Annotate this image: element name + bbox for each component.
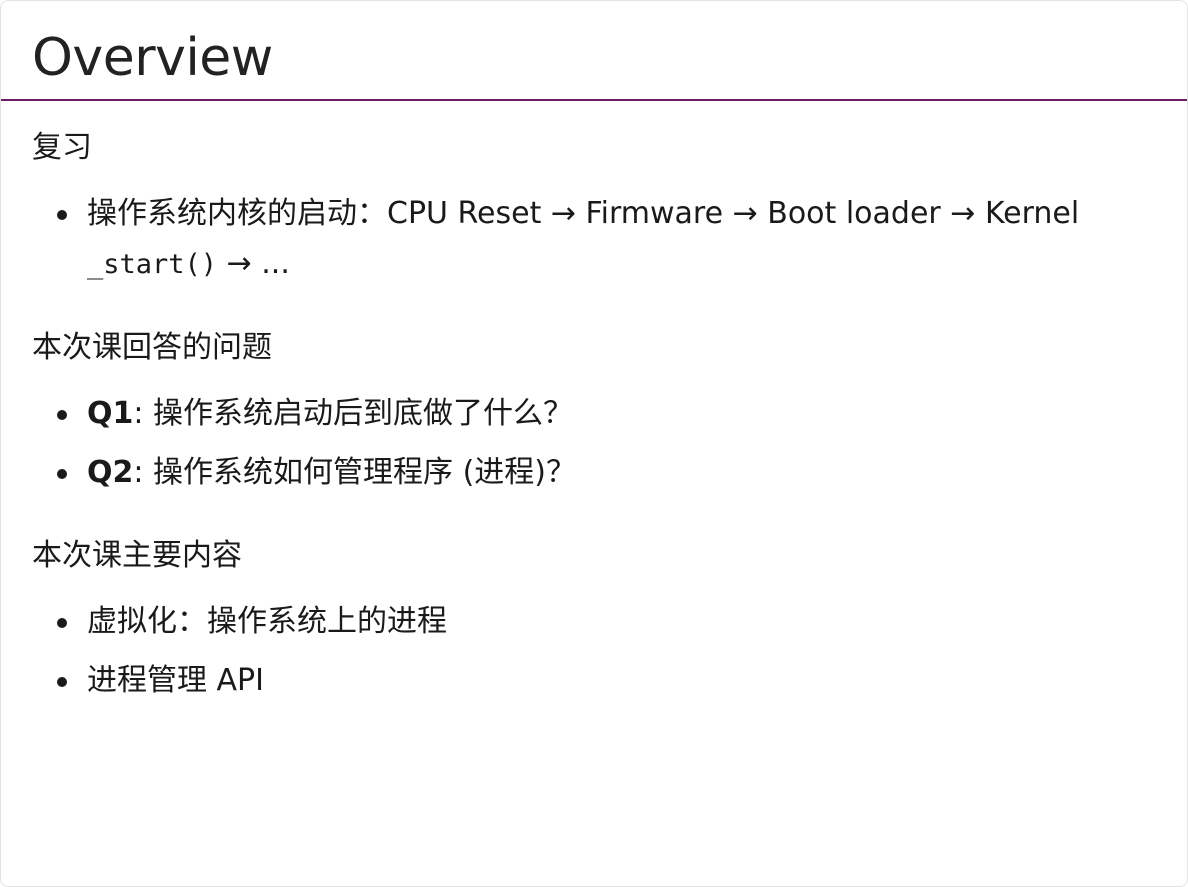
slide: Overview 复习 操作系统内核的启动：CPU Reset → Firmwa… [0, 0, 1188, 887]
section-heading-questions: 本次课回答的问题 [32, 330, 272, 365]
start-function-code: _start() [87, 249, 218, 280]
section-heading-review: 复习 [32, 130, 92, 165]
list-item-q1: Q1: 操作系统启动后到底做了什么？ [32, 389, 1152, 439]
slide-header: Overview [1, 1, 1187, 101]
question-label-q1: Q1 [87, 396, 134, 431]
list-item-q2: Q2: 操作系统如何管理程序 (进程)？ [32, 448, 1152, 498]
question-label-q2: Q2 [87, 455, 134, 490]
section-main-content: 本次课主要内容 虚拟化：操作系统上的进程 进程管理 API [32, 531, 1152, 706]
list-item-boot-sequence: 操作系统内核的启动：CPU Reset → Firmware → Boot lo… [32, 189, 1152, 290]
bullet-list-main-content: 虚拟化：操作系统上的进程 进程管理 API [32, 597, 1152, 706]
boot-sequence-text: 操作系统内核的启动：CPU Reset → Firmware → Boot lo… [87, 196, 1080, 231]
boot-sequence-ellipsis: → ... [217, 246, 290, 281]
list-item-virtualization: 虚拟化：操作系统上的进程 [32, 597, 1152, 647]
list-item-process-api: 进程管理 API [32, 656, 1152, 706]
bullet-dot-icon [57, 618, 67, 628]
slide-content: 复习 操作系统内核的启动：CPU Reset → Firmware → Boot… [32, 123, 1152, 715]
list-item-text: 进程管理 API [87, 663, 264, 698]
slide-title: Overview [32, 28, 273, 88]
list-item-text: 虚拟化：操作系统上的进程 [87, 604, 447, 639]
bullet-dot-icon [57, 677, 67, 687]
bullet-dot-icon [57, 210, 67, 220]
bullet-list-questions: Q1: 操作系统启动后到底做了什么？ Q2: 操作系统如何管理程序 (进程)？ [32, 389, 1152, 498]
bullet-dot-icon [57, 410, 67, 420]
section-questions: 本次课回答的问题 Q1: 操作系统启动后到底做了什么？ Q2: 操作系统如何管理… [32, 323, 1152, 498]
section-review: 复习 操作系统内核的启动：CPU Reset → Firmware → Boot… [32, 123, 1152, 290]
bullet-list-review: 操作系统内核的启动：CPU Reset → Firmware → Boot lo… [32, 189, 1152, 290]
question-text-q2: : 操作系统如何管理程序 (进程)？ [133, 455, 576, 490]
section-heading-main-content: 本次课主要内容 [32, 538, 242, 573]
question-text-q1: : 操作系统启动后到底做了什么？ [133, 396, 574, 431]
bullet-dot-icon [57, 469, 67, 479]
